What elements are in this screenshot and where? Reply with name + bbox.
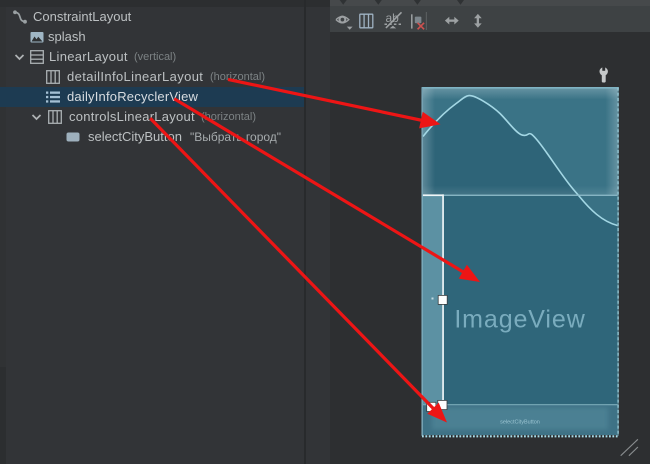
svg-text:selectCityButton: selectCityButton (500, 420, 540, 426)
svg-text:ab: ab (386, 11, 400, 25)
svg-text:ImageView: ImageView (454, 306, 585, 334)
